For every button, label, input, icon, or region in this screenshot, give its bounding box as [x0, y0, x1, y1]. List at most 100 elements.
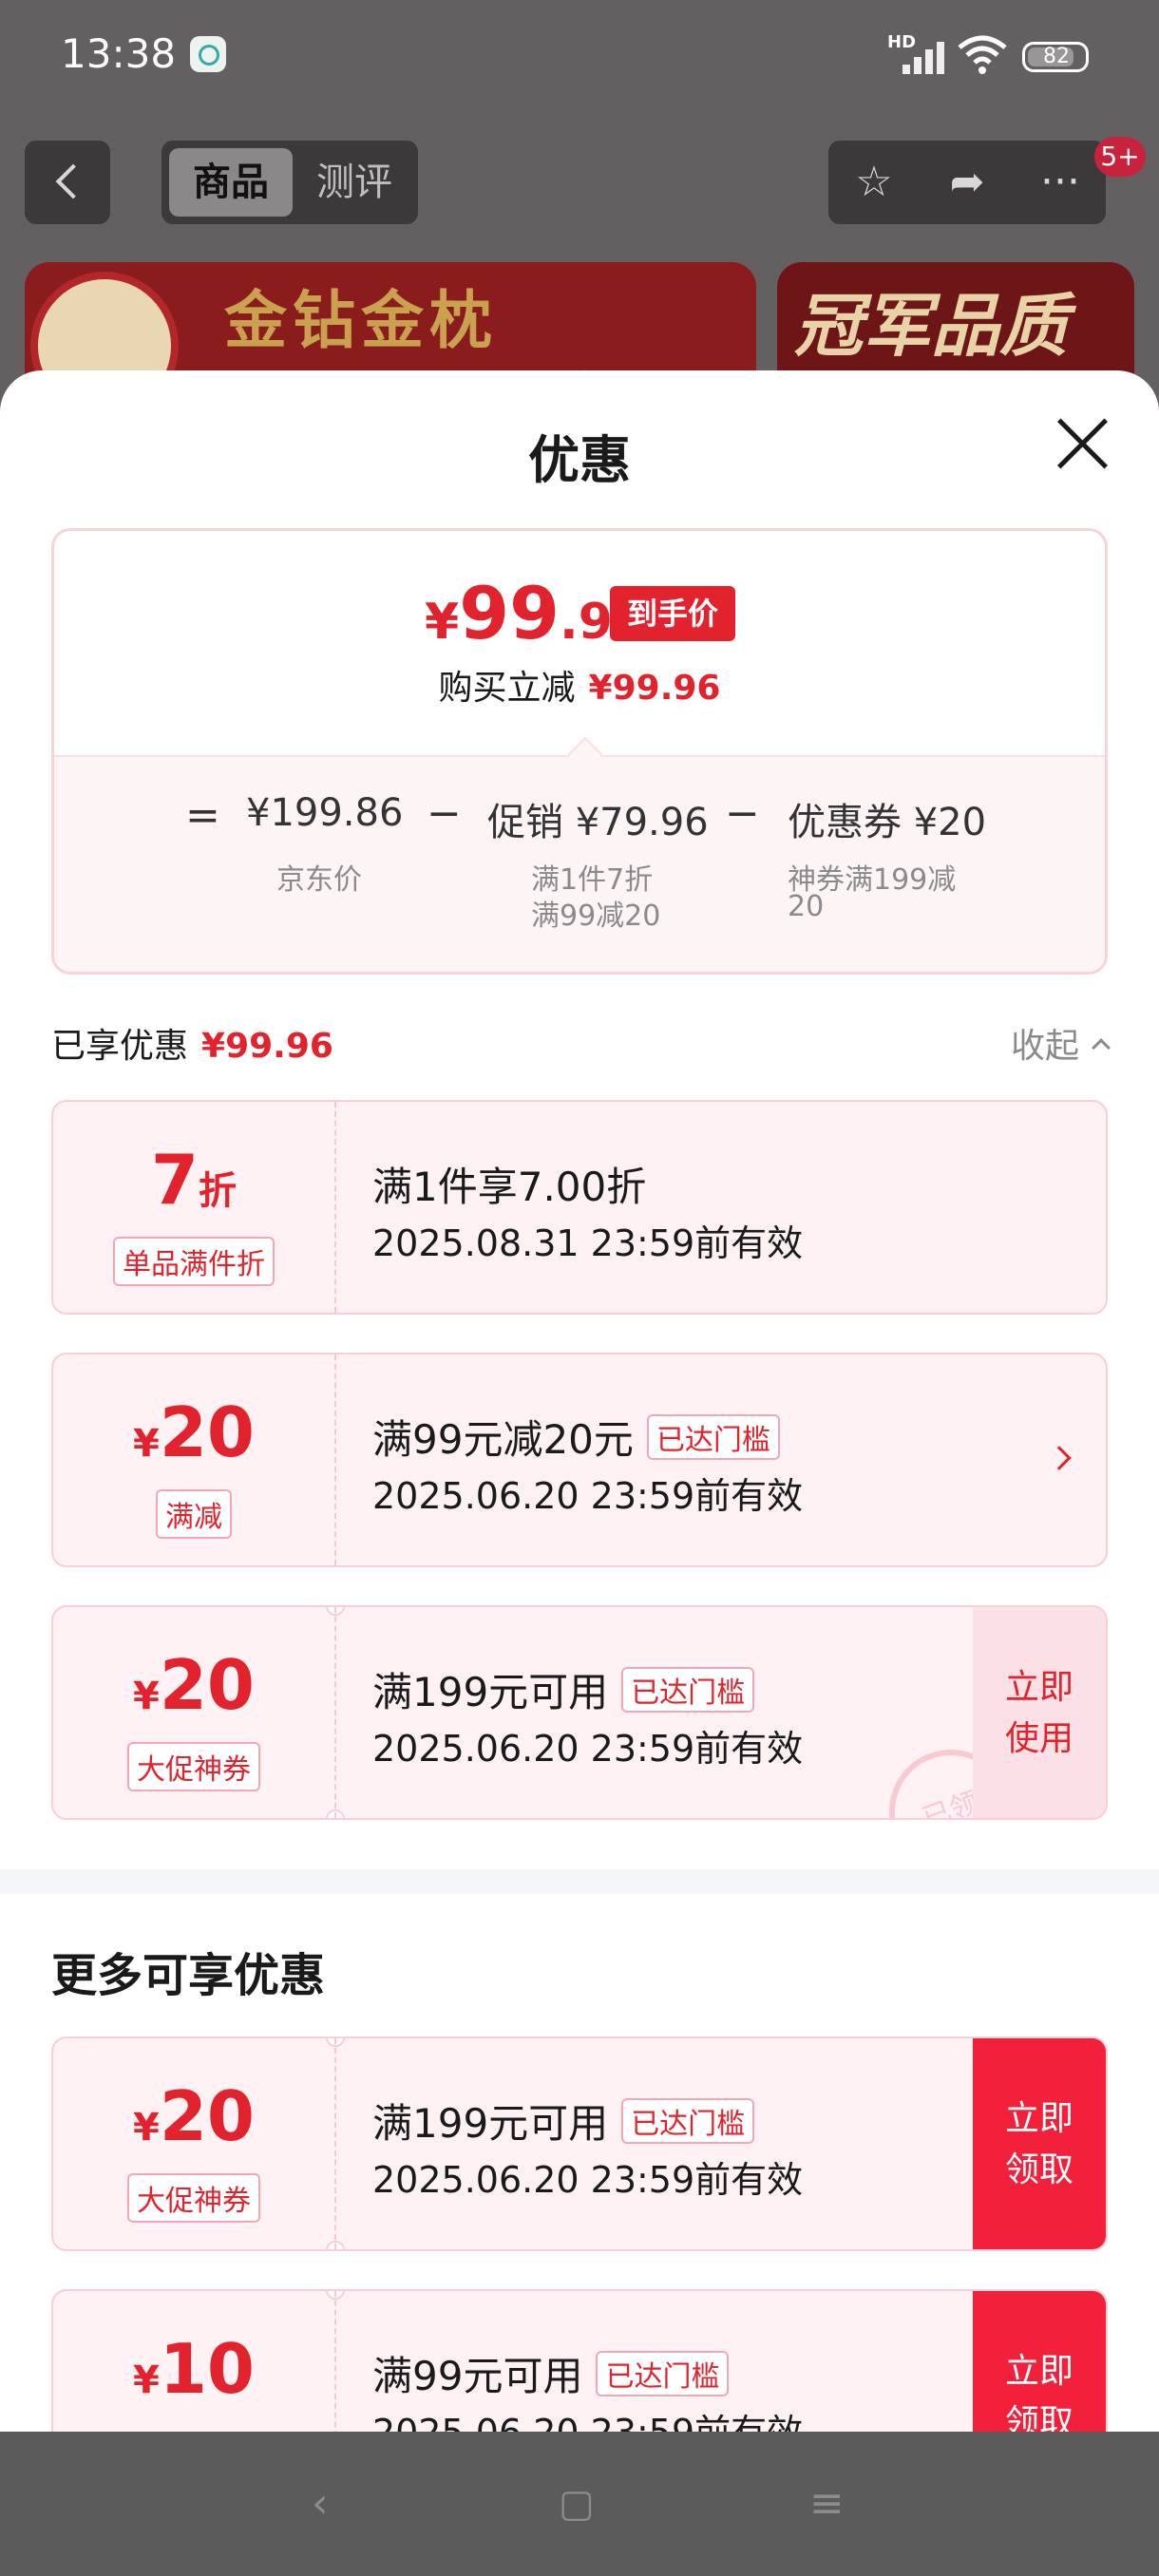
coupon-currency: ¥ [132, 2106, 160, 2150]
section-gap [0, 1869, 1159, 1894]
coupon-title: 满199元可用 已达门槛 [372, 1660, 755, 1718]
coupon-value-area: 7折 单品满件折 [53, 1102, 334, 1313]
chevron-right-icon[interactable] [1047, 1446, 1072, 1470]
coupon-divider [334, 1607, 336, 1818]
tab-product[interactable]: 商品 [169, 148, 293, 217]
back-button[interactable] [25, 141, 110, 224]
jd-price-label: 京东价 [276, 863, 362, 897]
more-icon[interactable]: ··· [1015, 141, 1106, 224]
coupon-expiry: 2025.06.20 23:59前有效 [372, 2159, 804, 2201]
currency-symbol: ¥ [425, 594, 460, 651]
signal-icon [895, 38, 944, 74]
nav-back-icon[interactable]: ‹ [312, 2432, 329, 2576]
claim-now-button[interactable]: 立即 领取 [973, 2038, 1106, 2249]
reduce-label: 购买立减 [438, 669, 576, 708]
price-summary-card: ¥99.9 到手价 购买立减 ¥99.96 = ¥199.86 京东价 − 促销 … [51, 528, 1108, 975]
coupon-type-tag: 单品满件折 [113, 1237, 275, 1286]
coupon-value-area: ¥20 大促神券 [53, 2038, 334, 2249]
coupon-title-text: 满99元可用 [372, 2353, 583, 2399]
message-badge: 5+ [1094, 137, 1146, 177]
coupon-full-reduction[interactable]: ¥20 满减 满99元减20元 已达门槛 2025.06.20 23:59前有效 [51, 1353, 1108, 1567]
threshold-met-tag: 已达门槛 [621, 1667, 755, 1713]
jd-price: ¥199.86 [246, 791, 404, 835]
coupon-value: ¥20 [53, 1645, 334, 1725]
coupon-value: ¥20 [53, 2076, 334, 2156]
share-icon[interactable]: ➦ [922, 141, 1013, 224]
coupon-currency: ¥ [132, 2358, 160, 2402]
price-int: 99 [459, 571, 560, 655]
chevron-up-icon [1092, 1038, 1111, 1057]
coupon-type-tag: 大促神券 [127, 2173, 260, 2223]
coupon-value: ¥10 [53, 2329, 334, 2409]
collapse-label: 收起 [1010, 1027, 1079, 1066]
coupon-type-tag: 满减 [156, 1489, 232, 1539]
coupon-expiry: 2025.08.31 23:59前有效 [372, 1222, 804, 1264]
enjoyed-text: 已享优惠 [51, 1027, 189, 1066]
coupon-number: 7 [150, 1140, 200, 1220]
coupon-divider [334, 1102, 336, 1313]
coupon-number: 20 [159, 2076, 256, 2156]
coupon-title: 满99元减20元 已达门槛 [372, 1408, 780, 1466]
coupon-expiry: 2025.06.20 23:59前有效 [372, 1728, 804, 1770]
final-price-area: ¥99.9 到手价 购买立减 ¥99.96 [54, 531, 1105, 755]
threshold-met-tag: 已达门槛 [646, 1414, 780, 1460]
use-now-button[interactable]: 立即 使用 [973, 1607, 1106, 1818]
coupon-value: ¥20 [53, 1392, 334, 1472]
system-nav-bar: ‹ ▢ ≡ [0, 2432, 1159, 2576]
coupon-value: 7折 [53, 1140, 334, 1220]
claim-now-label: 立即 领取 [1004, 2099, 1074, 2189]
wifi-icon [958, 35, 1007, 74]
close-icon[interactable] [1054, 416, 1110, 471]
final-price-tag: 到手价 [610, 586, 735, 641]
enjoyed-discount-row: 已享优惠 ¥99.96 收起 [51, 1013, 1111, 1070]
coupon-discount[interactable]: 7折 单品满件折 满1件享7.00折 2025.08.31 23:59前有效 [51, 1100, 1108, 1315]
banner-title: 金钻金枕 [224, 284, 498, 357]
coupon-value-area: ¥20 大促神券 [53, 1607, 334, 1818]
coupon-unit: 折 [199, 1169, 238, 1213]
reduce-value: ¥99.96 [588, 669, 721, 708]
coupon-title: 满199元可用 已达门槛 [372, 2092, 755, 2150]
price-breakdown: = ¥199.86 京东价 − 促销 ¥79.96 满1件7折 满99减20 −… [54, 755, 1105, 972]
enjoyed-label: 已享优惠 ¥99.96 [51, 1018, 333, 1068]
more-coupon-super[interactable]: ¥20 大促神券 满199元可用 已达门槛 2025.06.20 23:59前有效… [51, 2036, 1108, 2251]
action-group: ☆ ➦ ··· [828, 141, 1106, 224]
more-discounts-title: 更多可享优惠 [51, 1949, 326, 2002]
coupon-rule-2: 20 [788, 890, 825, 923]
coupon-value-area: ¥20 满减 [53, 1354, 334, 1565]
minus-sign: − [725, 789, 760, 838]
sheet-title: 优惠 [528, 430, 631, 490]
coupon-number: 20 [159, 1392, 256, 1472]
coupon-type-tag: 大促神券 [127, 1742, 260, 1791]
equals-sign: = [185, 791, 220, 840]
coupon-title-text: 满199元可用 [372, 1669, 609, 1715]
coupon-expiry: 2025.06.20 23:59前有效 [372, 1475, 804, 1517]
final-price: ¥99.9 [425, 571, 613, 655]
coupon-super[interactable]: ¥20 大促神券 满199元可用 已达门槛 2025.06.20 23:59前有效… [51, 1605, 1108, 1820]
coupon-number: 10 [159, 2329, 256, 2409]
app-notification-icon [190, 36, 226, 72]
collapse-button[interactable]: 收起 [1010, 1018, 1111, 1068]
clock: 13:38 [61, 30, 177, 77]
coupon-currency: ¥ [132, 1422, 160, 1466]
price-dec: .9 [559, 594, 613, 651]
use-now-label: 立即 使用 [1004, 1668, 1074, 1758]
coupon-divider [334, 1354, 336, 1565]
coupon-number: 20 [159, 1645, 256, 1725]
nav-menu-icon[interactable]: ≡ [809, 2432, 845, 2576]
claim-now-label: 立即 领取 [1004, 2352, 1074, 2442]
threshold-met-tag: 已达门槛 [596, 2351, 730, 2396]
banner-title: 冠军品质 [794, 286, 1069, 366]
coupon-title: 满99元可用 已达门槛 [372, 2344, 730, 2402]
threshold-met-tag: 已达门槛 [621, 2098, 755, 2144]
battery-level: 82 [1043, 45, 1070, 68]
star-icon[interactable]: ☆ [828, 141, 920, 224]
tab-review[interactable]: 测评 [298, 148, 410, 217]
instant-reduce: 购买立减 ¥99.96 [54, 660, 1105, 710]
nav-home-icon[interactable]: ▢ [559, 2432, 595, 2576]
coupon-currency: ¥ [132, 1675, 160, 1718]
top-nav: 商品 测评 ☆ ➦ ··· [0, 133, 1159, 237]
enjoyed-value: ¥99.96 [201, 1027, 333, 1066]
tab-switch: 商品 测评 [162, 141, 418, 224]
promo-amount: 促销 ¥79.96 [487, 801, 709, 844]
promo-rule-2: 满99减20 [531, 900, 661, 933]
